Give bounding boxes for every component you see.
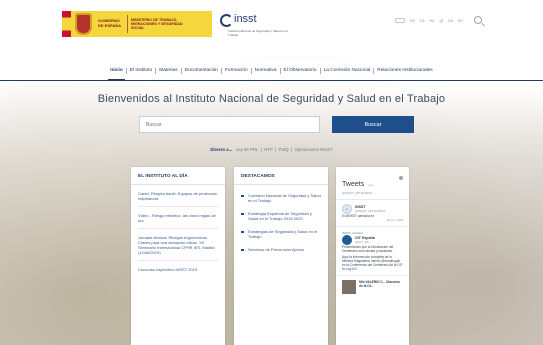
nav-item-materias[interactable]: Materias [156,68,182,74]
language-gl[interactable]: gl [440,18,444,23]
flag-icon [62,11,71,37]
government-logo[interactable]: GOBIERNO DE ESPAÑA MINISTERIO DE TRABAJO… [62,11,212,37]
quick-links: Directo a... Ley de PRL | NTP | FISQ | O… [210,147,333,152]
avatar [342,235,352,245]
search-button[interactable]: Buscar [332,116,414,133]
nav-item-comision-nacional[interactable]: La Comisión Nacional [321,68,375,74]
tweet[interactable]: INSST retwitteó OIT España @OIT_ES Prese… [336,227,409,276]
search-input[interactable] [139,116,320,133]
list-item[interactable]: Estrategia Española de Seguridad y Salud… [241,207,321,225]
media-thumbnail [342,280,357,294]
main-search: Buscar [139,116,414,133]
twitter-timeline: Tweets por @INSST_MITRAMISS ◐ INSST @INS… [336,167,409,345]
list-item[interactable]: Cartel. Respira tranki: Equipos de prote… [138,185,218,207]
list-item[interactable]: Servicios de Prevención Ajenos [241,243,321,256]
list-item[interactable]: Concurso específico INSST 2019 [138,261,218,277]
quick-links-label: Directo a... [210,147,233,152]
nav-item-documentacion[interactable]: Documentación [182,68,222,74]
government-text: GOBIERNO DE ESPAÑA [98,18,122,28]
media-caption: Min VALERIO C... Discurso de la OI... [359,280,400,288]
tweet-date[interactable]: 18 jun. 2019 [342,218,403,222]
nav-item-inicio[interactable]: Inicio [107,68,127,81]
destacamos-panel: DESTACAMOS Comisión Nacional de Segurida… [234,167,328,345]
main-nav: Inicio El Instituto Materias Documentaci… [0,62,543,81]
nav-item-instituto[interactable]: El Instituto [127,68,157,74]
nav-item-formacion[interactable]: Formación [222,68,252,74]
nav-item-normativa[interactable]: Normativa [252,68,281,74]
contrast-toggle[interactable] [395,17,405,23]
quick-link-operaciones[interactable]: Operaciones INSST [294,147,332,152]
language-en[interactable]: en [458,18,463,23]
logo-divider [127,15,128,33]
tweet-handle: @OIT_ES [355,240,369,244]
twitter-title: Tweets [342,181,365,188]
twitter-handle[interactable]: @INSST_MITRAMISS [342,191,403,195]
tweet[interactable]: ◐ INSST @INSST_MITRAMISS El #INSST parti… [336,200,409,227]
insst-logo[interactable]: insst [220,13,257,27]
insst-logo-subtitle: Instituto Nacional de Seguridad y Salud … [228,29,288,37]
twitter-by: por [368,183,373,187]
language-es[interactable]: es [410,18,415,23]
language-ca[interactable]: ca [420,18,425,23]
twitter-header: Tweets por @INSST_MITRAMISS [336,167,409,200]
language-va[interactable]: va [448,18,453,23]
insst-logo-name: insst [234,13,257,25]
tweet-media[interactable]: Min VALERIO C... Discurso de la OI... [336,276,409,298]
avatar: ◐ [342,204,352,214]
search-icon[interactable] [473,16,482,24]
utility-bar: es ca eu gl va en [395,16,482,24]
tweet-handle: @INSST_MITRAMISS [355,209,386,213]
tweet-text: Aquí la intervención completa de la Mini… [342,255,403,267]
twitter-info-icon[interactable] [399,176,403,180]
nav-item-observatorio[interactable]: El Observatorio [281,68,321,74]
nav-item-relaciones[interactable]: Relaciones Institucionales [374,68,435,74]
tweet-link[interactable]: ilo.org/100 [342,267,403,271]
list-item[interactable]: Estrategias de Seguridad y Salud en el T… [241,225,321,243]
instituto-panel: EL INSTITUTO AL DÍA Cartel. Respira tran… [131,167,225,345]
insst-logo-icon [220,14,233,27]
instituto-panel-title: EL INSTITUTO AL DÍA [131,167,225,185]
list-item[interactable]: Vídeo - Riesgo eléctrico: las cinco regl… [138,207,218,229]
quick-link-ley-prl[interactable]: Ley de PRL [236,147,258,152]
site-header: GOBIERNO DE ESPAÑA MINISTERIO DE TRABAJO… [0,0,543,62]
language-eu[interactable]: eu [430,18,435,23]
list-item[interactable]: Jornada técnica: Riesgos ergonómicos. Cl… [138,229,218,261]
destacamos-panel-title: DESTACAMOS [234,167,328,185]
quick-link-fisq[interactable]: FISQ [279,147,289,152]
welcome-heading: Bienvenidos al Instituto Nacional de Seg… [97,93,446,105]
tweet-text: Presentamos que la Declaración del Cente… [342,245,394,253]
quick-link-ntp[interactable]: NTP [264,147,273,152]
ministry-text: MINISTERIO DE TRABAJO, MIGRACIONES Y SEG… [131,17,183,31]
list-item[interactable]: Comisión Nacional de Seguridad y Salud e… [241,189,321,207]
coat-of-arms-icon [75,13,92,35]
